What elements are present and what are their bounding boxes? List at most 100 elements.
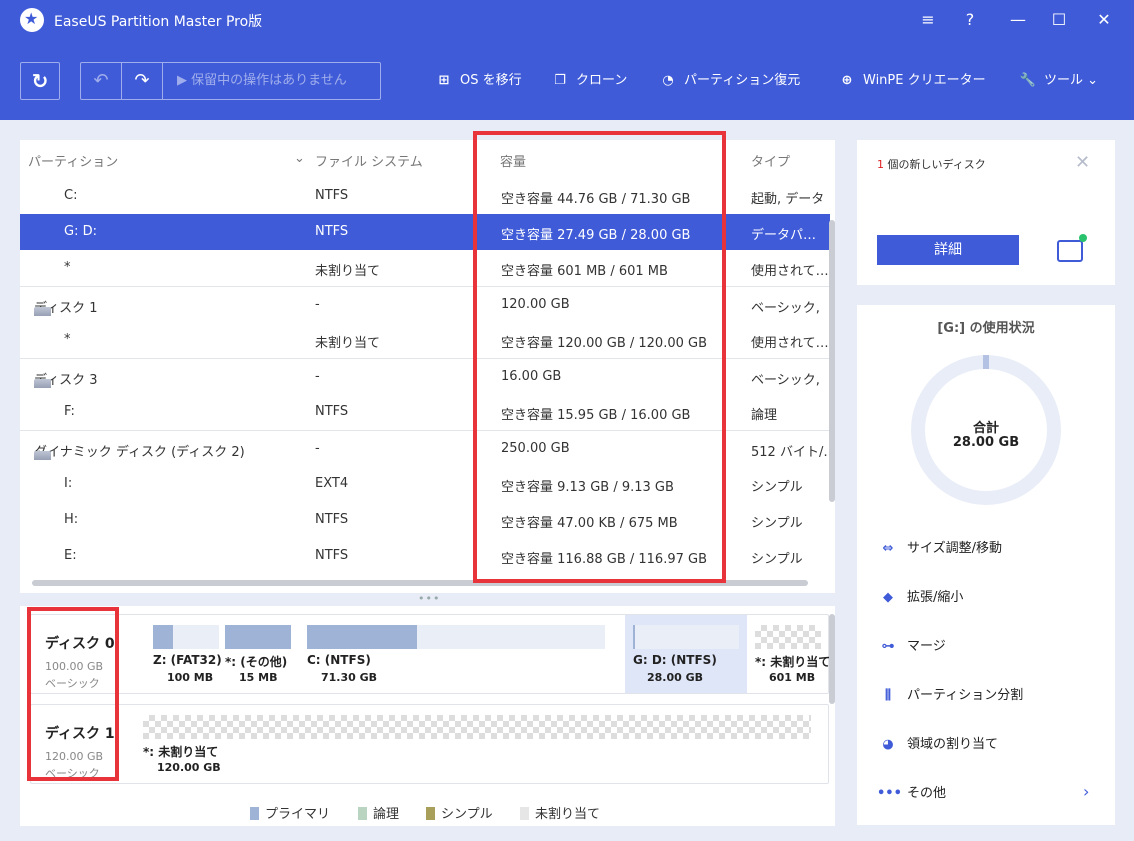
action-label: マージ [907, 639, 946, 654]
partition-row[interactable]: * 未割り当て 空き容量 120.00 GB / 120.00 GB 使用されて… [20, 322, 830, 358]
undo-button[interactable]: ↶ [81, 63, 122, 99]
clone-button[interactable]: ❐ クローン [550, 70, 627, 92]
cell-capacity: 空き容量 120.00 GB / 120.00 GB [501, 332, 707, 351]
partition-block[interactable]: *: 未割り当て 601 MB [747, 615, 829, 693]
new-disk-notification: 1 個の新しいディスク ✕ 詳細 [857, 140, 1115, 285]
cell-type-text: シンプル [751, 552, 803, 567]
cell-capacity-text: 空き容量 120.00 GB / 120.00 GB [501, 336, 708, 351]
toolbar: ↻ ↶ ↷ ▶ 保留中の操作はありません ⊞ OS を移行 ❐ クローン ◔ パーティ… [0, 40, 1134, 120]
split-partition-action[interactable]: ⫼ パーティション分割 [877, 684, 1107, 708]
table-horizontal-scrollbar[interactable] [32, 580, 808, 586]
partition-table: パーティション ⌄ ファイル システム 容量 タイプ C: NTFS 空き容量 44… [20, 140, 835, 593]
disk-row[interactable]: ダイナミック ディスク (ディスク 2) - 250.00 GB 512 バイト/… [20, 430, 831, 466]
disk-map-scrollbar[interactable] [829, 614, 835, 704]
cell-partition-text: * [64, 260, 71, 275]
cell-capacity: 空き容量 27.49 GB / 28.00 GB [501, 224, 690, 243]
partition-row[interactable]: C: NTFS 空き容量 44.76 GB / 71.30 GB 起動, データ [20, 178, 830, 214]
winpe-creator-label: WinPE クリエーター [863, 73, 986, 88]
merge-action[interactable]: ⊶ マージ [877, 635, 1107, 659]
refresh-button[interactable]: ↻ [20, 62, 60, 100]
disk-card-0[interactable]: ディスク 0 100.00 GB ベーシック Z: (FAT32) 100 MB *… [30, 614, 829, 694]
cell-type: 起動, データ [751, 188, 824, 207]
cell-partition-text: E: [64, 548, 77, 563]
partition-row[interactable]: I: EXT4 空き容量 9.13 GB / 9.13 GB シンプル [20, 466, 830, 502]
cell-type: 使用されて… [751, 332, 829, 351]
disk-row[interactable]: ディスク 1 - 120.00 GB ベーシック, [20, 286, 830, 322]
sort-chevron-icon[interactable]: ⌄ [294, 151, 305, 166]
action-label: パーティション分割 [907, 688, 1024, 703]
partition-block[interactable]: Z: (FAT32) 100 MB [143, 615, 225, 693]
cell-filesystem: NTFS [315, 404, 348, 419]
partition-size: 71.30 GB [321, 671, 378, 684]
partition-row[interactable]: F: NTFS 空き容量 15.95 GB / 16.00 GB 論理 [20, 394, 830, 430]
winpe-creator-button[interactable]: ⊕ WinPE クリエーター [837, 70, 986, 92]
disk-row[interactable]: ディスク 3 - 16.00 GB ベーシック, [20, 358, 830, 394]
panel-splitter[interactable]: ••• [418, 592, 440, 605]
partition-row[interactable]: H: NTFS 空き容量 47.00 KB / 675 MB シンプル [20, 502, 830, 538]
cell-type-text: ベーシック, [751, 301, 820, 316]
column-partition[interactable]: パーティション [28, 151, 118, 170]
menu-button[interactable]: ≡ [916, 8, 940, 32]
plus-circle-icon: ⊕ [841, 73, 853, 88]
action-label: 拡張/縮小 [907, 590, 964, 605]
partition-label: G: D: (NTFS) [633, 653, 717, 667]
redo-button[interactable]: ↷ [122, 63, 163, 99]
app-logo-icon [20, 8, 44, 32]
details-button[interactable]: 詳細 [877, 235, 1019, 265]
table-header: パーティション ⌄ ファイル システム 容量 タイプ [20, 140, 830, 178]
help-button[interactable]: ? [958, 8, 982, 32]
partition-row[interactable]: E: NTFS 空き容量 116.88 GB / 116.97 GB シンプル [20, 538, 830, 574]
partition-recovery-button[interactable]: ◔ パーティション復元 [658, 70, 800, 92]
partition-size: 601 MB [769, 671, 816, 684]
partition-block[interactable]: *: 未割り当て 120.00 GB [143, 705, 829, 783]
cell-filesystem: - [315, 441, 320, 456]
usage-panel: [G:] の使用状況 合計 28.00 GB ⇔ サイズ調整/移動 ◆ 拡張/縮小 … [857, 305, 1115, 825]
partition-row[interactable]: G: D: NTFS 空き容量 27.49 GB / 28.00 GB データパ… [20, 214, 830, 250]
new-disk-count: 1 [877, 158, 884, 171]
more-actions[interactable]: ••• その他 › [877, 782, 1107, 806]
partition-usage-bar [143, 715, 811, 739]
partition-block[interactable]: G: D: (NTFS) 28.00 GB [625, 615, 747, 693]
tools-menu-button[interactable]: 🔧 ツール ⌄ [1018, 70, 1098, 92]
cell-filesystem-text: EXT4 [315, 476, 349, 491]
column-type[interactable]: タイプ [751, 151, 790, 170]
cell-type-text: 512 バイト/… [751, 445, 831, 460]
cell-capacity-text: 空き容量 47.00 KB / 675 MB [501, 516, 678, 531]
cell-type: 使用されて… [751, 260, 829, 279]
pie-icon: ◕ [882, 737, 894, 752]
cell-partition-text: ダイナミック ディスク (ディスク 2) [34, 445, 245, 460]
migrate-os-button[interactable]: ⊞ OS を移行 [434, 70, 522, 92]
minimize-button[interactable]: — [1006, 8, 1030, 32]
allocate-space-action[interactable]: ◕ 領域の割り当て [877, 733, 1107, 757]
disk-card-1[interactable]: ディスク 1 120.00 GB ベーシック *: 未割り当て 120.00 GB [30, 704, 829, 784]
column-filesystem[interactable]: ファイル システム [315, 151, 423, 170]
disk-size: 100.00 GB [45, 660, 104, 673]
close-icon[interactable]: ✕ [1075, 152, 1090, 173]
table-vertical-scrollbar[interactable] [829, 220, 835, 502]
cell-filesystem-text: NTFS [315, 188, 349, 203]
action-label: その他 [907, 786, 947, 801]
partition-row[interactable]: * 未割り当て 空き容量 601 MB / 601 MB 使用されて… [20, 250, 830, 286]
disk-name: ディスク 1 [45, 726, 115, 742]
partition-block[interactable]: *: (その他) 15 MB [225, 615, 307, 693]
cell-partition: ダイナミック ディスク (ディスク 2) [34, 441, 245, 460]
partition-block[interactable]: C: (NTFS) 71.30 GB [307, 615, 625, 693]
split-icon: ⫼ [885, 688, 891, 703]
cell-capacity-text: 120.00 GB [501, 297, 570, 312]
cell-capacity: 120.00 GB [501, 297, 570, 312]
extend-shrink-action[interactable]: ◆ 拡張/縮小 [877, 586, 1107, 610]
pending-operations-button[interactable]: ▶ 保留中の操作はありません [163, 63, 380, 99]
close-button[interactable]: ✕ [1092, 8, 1116, 32]
resize-move-action[interactable]: ⇔ サイズ調整/移動 [877, 537, 1107, 561]
column-capacity[interactable]: 容量 [500, 151, 526, 170]
cell-partition-text: H: [64, 512, 79, 527]
maximize-button[interactable]: ☐ [1047, 8, 1071, 32]
cell-filesystem: EXT4 [315, 476, 348, 491]
usage-donut-chart: 合計 28.00 GB [911, 355, 1061, 505]
cell-partition: G: D: [64, 224, 97, 239]
disk-map-panel: ディスク 0 100.00 GB ベーシック Z: (FAT32) 100 MB *… [20, 606, 835, 826]
extend-icon: ◆ [883, 590, 893, 605]
cell-filesystem: 未割り当て [315, 260, 380, 279]
legend-unallocated: 未割り当て [520, 803, 600, 822]
partition-usage-bar [307, 625, 605, 649]
